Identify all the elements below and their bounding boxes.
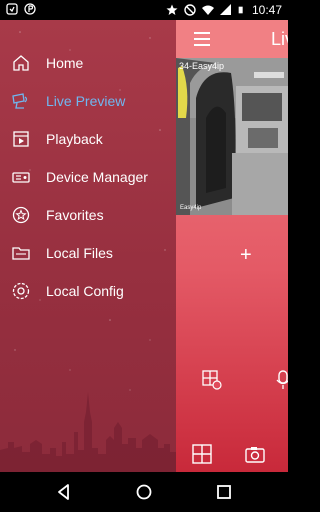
menu-item-local-config[interactable]: Local Config [0,272,176,310]
mute-icon [184,4,196,16]
system-nav-bar [0,472,288,512]
menu-item-home[interactable]: Home [0,44,176,82]
city-skyline-illustration [0,392,176,472]
p-icon [24,3,36,15]
status-time: 10:47 [251,3,282,17]
live-preview-icon [12,93,28,109]
wifi-icon [201,5,214,15]
menu-item-label: Live Preview [46,93,126,109]
local-files-icon [12,247,30,260]
top-bar: Live Preview [176,20,288,58]
camera-name: 34-Easy4ip [179,61,225,71]
menu-item-label: Local Config [46,283,124,299]
battery-icon [238,6,243,14]
menu-item-label: Playback [46,131,103,147]
menu-item-label: Home [46,55,84,71]
home-circle-icon[interactable] [134,482,154,502]
star-icon [166,4,178,15]
live-preview-screen: Live Preview 34-Easy4ip Easy4ip + [176,20,288,472]
menu-item-label: Local Files [46,245,113,261]
camera-preview[interactable]: 34-Easy4ip Easy4ip [176,58,288,215]
signal-icon [219,4,231,15]
recent-apps-icon[interactable] [214,482,234,502]
local-config-icon [12,282,30,300]
menu-item-live-preview[interactable]: Live Preview [0,82,176,120]
camera-feed-image [176,58,288,215]
notification-icon [6,3,18,15]
drawer-menu: Home Live Preview Playback Device Manage… [0,44,176,310]
snapshot-grid-icon[interactable] [202,370,222,390]
menu-item-label: Favorites [46,207,104,223]
page-title: Live Preview [271,29,288,49]
menu-item-favorites[interactable]: Favorites [0,196,176,234]
split-layout-icon[interactable] [192,444,212,464]
menu-icon[interactable] [194,32,210,46]
status-bar: 10:47 [0,0,288,20]
playback-icon [13,131,29,147]
navigation-drawer: Home Live Preview Playback Device Manage… [0,20,176,472]
camera-watermark: Easy4ip [180,205,202,211]
microphone-icon[interactable] [276,370,288,390]
menu-item-local-files[interactable]: Local Files [0,234,176,272]
menu-item-device-manager[interactable]: Device Manager [0,158,176,196]
device-manager-icon [12,172,30,183]
back-icon[interactable] [54,482,74,502]
menu-item-label: Device Manager [46,169,148,185]
add-device-button[interactable]: + [240,244,252,267]
menu-item-playback[interactable]: Playback [0,120,176,158]
favorites-icon [12,206,30,224]
home-icon [13,55,29,71]
camera-icon[interactable] [245,446,265,463]
